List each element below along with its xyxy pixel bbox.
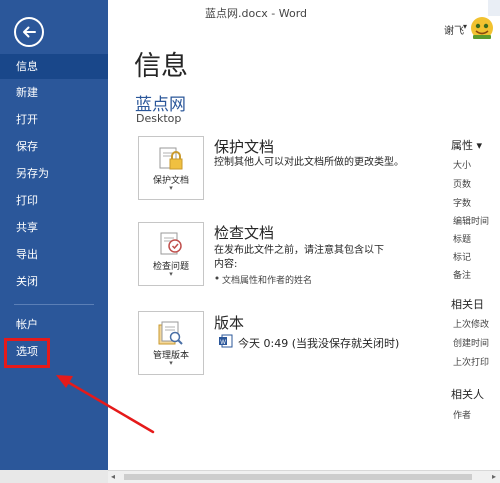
svg-text:W: W [220,340,226,346]
chevron-down-icon[interactable]: ▾ [463,22,467,31]
protect-section-title: 保护文档 [214,138,275,156]
property-comments: 备注 [453,271,472,281]
property-author: 作者 [453,411,472,421]
scroll-right-icon[interactable]: ▸ [492,472,496,481]
property-last-printed: 上次打印 [453,358,490,368]
scrollbar-thumb[interactable] [124,474,472,480]
versions-section-title: 版本 [214,314,245,332]
window-corner [488,0,500,16]
manage-versions-icon [158,321,183,345]
property-created: 创建时间 [453,339,490,349]
property-tags: 标记 [453,253,472,263]
chevron-down-icon: ▾ [169,359,173,367]
inspect-document-icon [160,232,182,255]
autosave-version-entry[interactable]: 今天 0:49 (当我没保存就关闭时) [238,335,399,351]
window-title: 蓝点网.docx - Word [205,7,308,20]
word-document-icon: W [219,334,233,348]
property-pages: 页数 [453,180,472,190]
avatar[interactable] [470,16,494,40]
user-name[interactable]: 谢飞 [444,22,464,37]
bullet-icon [215,276,219,280]
property-edit-time: 编辑时间 [453,217,490,227]
horizontal-scrollbar[interactable]: ◂ ▸ [108,470,500,483]
chevron-down-icon: ▾ [169,184,173,192]
lock-icon [159,147,183,170]
protect-document-button[interactable]: 保护文档 ▾ [138,136,204,200]
manage-versions-button[interactable]: 管理版本 ▾ [138,311,204,375]
page-title: 信息 [134,51,188,82]
properties-header[interactable]: 属性 ▾ [451,137,482,153]
inspect-bullet-item: 文档属性和作者的姓名 [222,276,313,286]
property-words: 字数 [453,199,472,209]
inspect-section-description: 在发布此文件之前，请注意其包含以下 [214,245,384,256]
protect-section-description: 控制其他人可以对此文档所做的更改类型。 [214,157,404,168]
document-path[interactable]: Desktop [136,112,181,125]
property-size: 大小 [453,161,472,171]
check-issues-button[interactable]: 检查问题 ▾ [138,222,204,286]
related-dates-header: 相关日 [451,298,484,311]
inspect-section-title: 检查文档 [214,224,275,242]
chevron-down-icon: ▾ [169,270,173,278]
scroll-left-icon[interactable]: ◂ [111,472,115,481]
related-people-header: 相关人 [451,388,484,401]
property-title: 标题 [453,235,472,245]
property-last-modified: 上次修改 [453,320,490,330]
inspect-section-description-2: 内容: [214,259,238,270]
